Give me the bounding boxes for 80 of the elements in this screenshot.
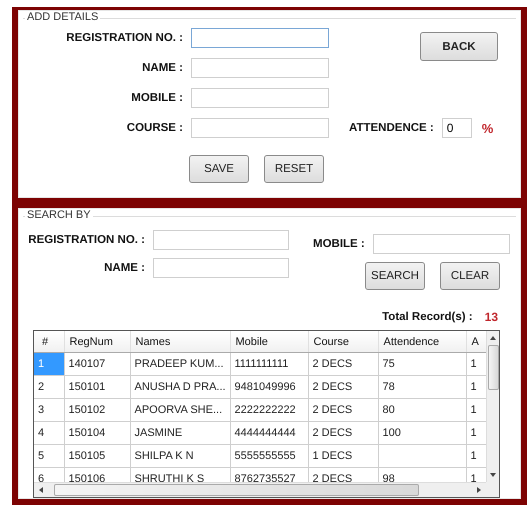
table-cell: 9481049996 <box>230 376 308 398</box>
table-cell[interactable]: 3 <box>34 398 64 422</box>
column-header[interactable]: Attendence <box>378 331 466 352</box>
table-cell: APOORVA SHE... <box>130 398 230 422</box>
table-cell[interactable]: 6 <box>34 468 64 482</box>
table-cell: SHRUTHI K S <box>130 468 230 482</box>
table-cell: 75 <box>378 352 466 376</box>
scroll-left-icon[interactable] <box>38 486 44 494</box>
input-field[interactable] <box>191 88 329 108</box>
column-header[interactable]: # <box>34 331 64 352</box>
table-cell: 150104 <box>64 422 130 444</box>
table-cell: 98 <box>378 468 466 482</box>
table-cell[interactable]: 2 <box>34 376 64 398</box>
column-header[interactable]: Course <box>308 331 378 352</box>
table-cell: 1111111111 <box>230 352 308 376</box>
table-cell: 1 <box>466 444 486 468</box>
field-label: REGISTRATION NO. : <box>28 234 145 246</box>
table-cell: 1 <box>466 422 486 444</box>
vertical-scrollbar[interactable] <box>486 331 499 482</box>
table-cell: 150101 <box>64 376 130 398</box>
table-cell: 8762735527 <box>230 468 308 482</box>
table-cell: 2 DECS <box>308 468 378 482</box>
table-cell: 150102 <box>64 398 130 422</box>
field-label: COURSE : <box>126 122 183 134</box>
table-cell: ANUSHA D PRA... <box>130 376 230 398</box>
total-records-count: 13 <box>484 310 498 324</box>
column-header[interactable]: Names <box>130 331 230 352</box>
percent-sign: % <box>482 120 494 136</box>
table-cell: 1 DECS <box>308 444 378 468</box>
table-cell: 1 <box>466 398 486 422</box>
group-title: SEARCH BY <box>25 209 93 221</box>
column-header[interactable]: RegNum <box>64 331 130 352</box>
table-cell: 1 <box>466 376 486 398</box>
table-cell: 100 <box>378 422 466 444</box>
table-cell: 2 DECS <box>308 352 378 376</box>
table-cell: 2 DECS <box>308 398 378 422</box>
table-cell: 2 DECS <box>308 422 378 444</box>
table-cell: 2222222222 <box>230 398 308 422</box>
table-cell: 5555555555 <box>230 444 308 468</box>
scroll-thumb[interactable] <box>488 345 498 390</box>
table-cell: 78 <box>378 376 466 398</box>
table-cell: 150106 <box>64 468 130 482</box>
total-records-label: Total Record(s) : <box>382 311 473 323</box>
column-header[interactable]: Mobile <box>230 331 308 352</box>
column-header[interactable]: A <box>466 331 486 352</box>
horizontal-scrollbar[interactable] <box>34 482 486 497</box>
back-button[interactable]: BACK <box>420 32 498 61</box>
search-button[interactable]: SEARCH <box>365 262 425 290</box>
input-field[interactable]: 0 <box>442 118 472 138</box>
table-cell[interactable]: 5 <box>34 444 64 468</box>
input-field[interactable] <box>191 28 329 48</box>
clear-button[interactable]: CLEAR <box>440 262 500 290</box>
table-cell: SHILPA K N <box>130 444 230 468</box>
input-field[interactable] <box>153 230 289 250</box>
table-cell: 80 <box>378 398 466 422</box>
scroll-thumb[interactable] <box>54 484 419 496</box>
table-cell: 4444444444 <box>230 422 308 444</box>
save-button[interactable]: SAVE <box>189 155 249 183</box>
input-field[interactable] <box>153 258 289 278</box>
scroll-up-icon[interactable] <box>489 335 497 341</box>
input-field[interactable] <box>191 58 329 78</box>
field-label: ATTENDENCE : <box>349 122 434 134</box>
field-label: NAME : <box>142 62 183 74</box>
table-cell: 2 DECS <box>308 376 378 398</box>
field-label: MOBILE : <box>131 92 183 104</box>
table-cell: 140107 <box>64 352 130 376</box>
scroll-right-icon[interactable] <box>476 486 482 494</box>
table-cell: 1 <box>466 352 486 376</box>
field-label: REGISTRATION NO. : <box>66 32 183 44</box>
scroll-down-icon[interactable] <box>489 472 497 478</box>
table-cell[interactable]: 4 <box>34 422 64 444</box>
field-label: NAME : <box>104 262 145 274</box>
field-label: MOBILE : <box>313 238 365 250</box>
reset-button[interactable]: RESET <box>264 155 324 183</box>
table-cell: 150105 <box>64 444 130 468</box>
input-field[interactable] <box>191 118 329 138</box>
table-cell: PRADEEP KUM... <box>130 352 230 376</box>
table-cell: JASMINE <box>130 422 230 444</box>
group-title: ADD DETAILS <box>25 11 100 23</box>
input-field[interactable] <box>372 234 510 254</box>
